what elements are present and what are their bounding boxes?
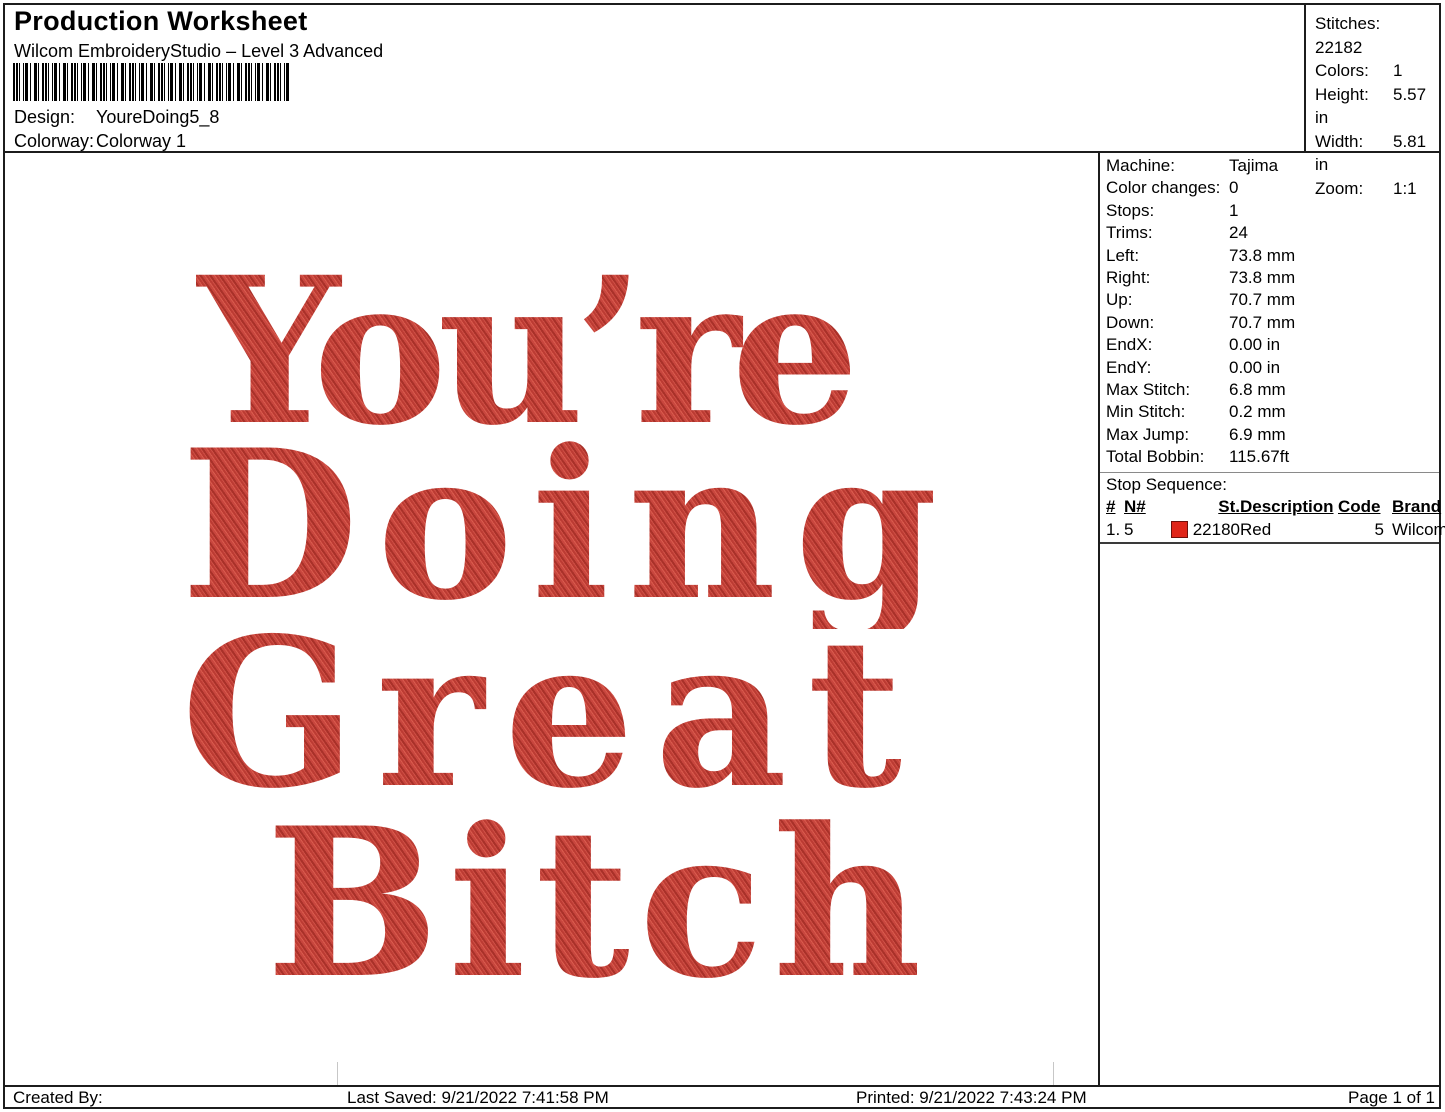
colorway-value: Colorway 1 [96, 131, 186, 151]
stop-stitch-cell: 22180 [1166, 520, 1240, 540]
barcode-icon [13, 63, 289, 101]
stop-stitch-count: 22180 [1193, 520, 1240, 540]
stop-brand: Wilcom [1384, 520, 1445, 540]
col-num: # [1106, 497, 1124, 517]
machine-info-row: Up:70.7 mm [1100, 289, 1439, 311]
stop-num: 1. [1106, 520, 1124, 540]
machine-info-row: Total Bobbin:115.67ft [1100, 446, 1439, 468]
stop-sequence-header: # N# St. Description Code Brand [1100, 496, 1439, 518]
stop-sequence-title: Stop Sequence: [1100, 473, 1439, 496]
header-divider [3, 151, 1441, 153]
summary-row: Colors:1 [1315, 59, 1439, 83]
machine-info-row: Stops:1 [1100, 200, 1439, 222]
design-name-row: Design:YoureDoing5_8 [14, 107, 219, 128]
col-needle: N# [1124, 497, 1166, 517]
stop-sequence-row: 1. 5 22180 Red 5 Wilcom [1100, 518, 1439, 541]
machine-info-row: Left:73.8 mm [1100, 245, 1439, 267]
machine-info-row: Color changes:0 [1100, 177, 1439, 199]
machine-info-row: EndY:0.00 in [1100, 357, 1439, 379]
col-description: Description [1240, 497, 1338, 517]
footer-printed: Printed: 9/21/2022 7:43:24 PM [856, 1088, 1087, 1107]
colorway-row: Colorway:Colorway 1 [14, 131, 186, 152]
machine-info-row: EndX:0.00 in [1100, 334, 1439, 356]
footer-cell-divider [337, 1062, 338, 1085]
thread-color-swatch [1171, 521, 1188, 538]
colorway-label: Colorway: [14, 131, 96, 152]
machine-info-row: Trims:24 [1100, 222, 1439, 244]
design-label: Design: [14, 107, 96, 128]
design-value: YoureDoing5_8 [96, 107, 219, 127]
machine-info-row: Min Stitch:0.2 mm [1100, 401, 1439, 423]
footer-cell-divider [1053, 1062, 1054, 1085]
machine-info-row: Max Jump:6.9 mm [1100, 424, 1439, 446]
machine-info-panel: Machine:Tajima Color changes:0 Stops:1 T… [1100, 155, 1439, 544]
summary-row: Height:5.57 in [1315, 83, 1439, 130]
footer-last-saved: Last Saved: 9/21/2022 7:41:58 PM [347, 1088, 609, 1107]
col-stitches: St. [1166, 497, 1240, 517]
stop-sequence-bottom-border [1100, 542, 1439, 544]
design-line-4: Bitch [266, 802, 931, 1007]
stop-code: 5 [1338, 520, 1384, 540]
col-brand: Brand [1384, 497, 1441, 517]
machine-info-row: Machine:Tajima [1100, 155, 1439, 177]
design-summary-box: Stitches:22182 Colors:1 Height:5.57 in W… [1304, 5, 1439, 151]
app-subtitle: Wilcom EmbroideryStudio – Level 3 Advanc… [14, 41, 383, 62]
machine-info-row: Down:70.7 mm [1100, 312, 1439, 334]
machine-info-row: Right:73.8 mm [1100, 267, 1439, 289]
footer-page-number: Page 1 of 1 [1348, 1088, 1435, 1107]
col-code: Code [1338, 497, 1384, 517]
stop-needle: 5 [1124, 520, 1166, 540]
page-title: Production Worksheet [14, 6, 308, 37]
machine-info-row: Max Stitch:6.8 mm [1100, 379, 1439, 401]
stop-description: Red [1240, 520, 1338, 540]
summary-row: Stitches:22182 [1315, 12, 1439, 59]
footer-divider [3, 1085, 1441, 1087]
footer-created-by: Created By: [13, 1088, 103, 1107]
